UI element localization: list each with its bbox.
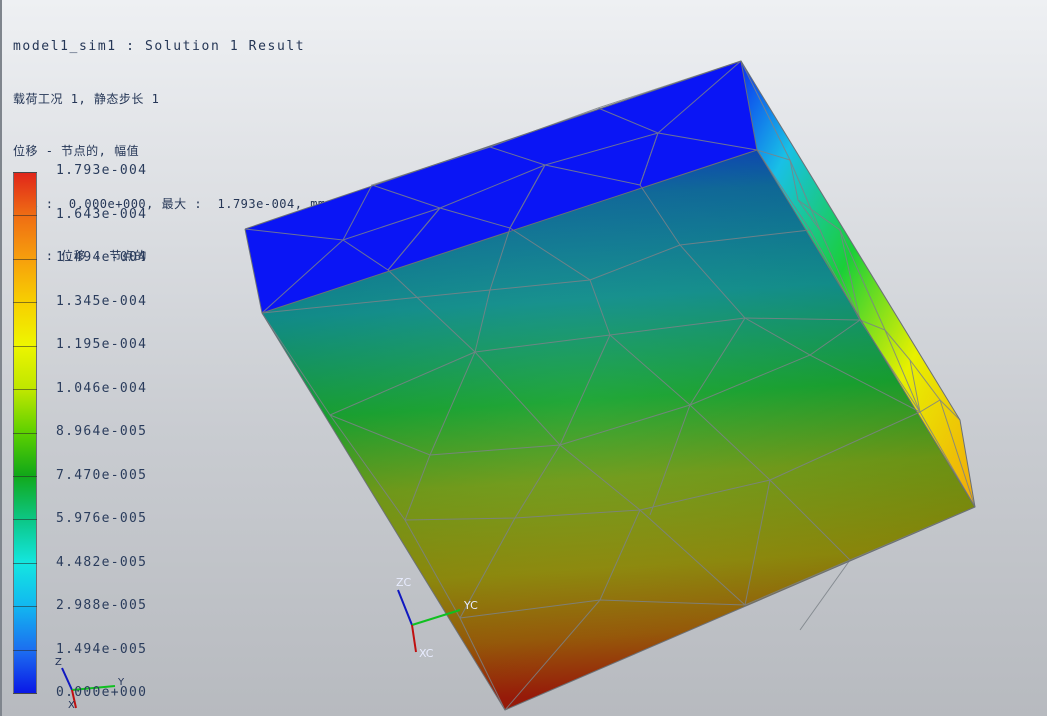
- legend-label: 1.345e-004: [56, 294, 148, 309]
- legend-tick: [13, 433, 37, 434]
- wcs-x-axis: [411, 624, 417, 653]
- legend-tick: [13, 259, 37, 260]
- legend-label: 2.988e-005: [56, 598, 148, 613]
- legend-label: 1.046e-004: [56, 381, 148, 396]
- wcs-z-label: ZC: [396, 576, 412, 589]
- legend-tick: [13, 476, 37, 477]
- legend-tick: [13, 519, 37, 520]
- legend-tick: [13, 389, 37, 390]
- legend-label: 5.976e-005: [56, 511, 148, 526]
- legend-label: 1.195e-004: [56, 337, 148, 352]
- legend-tick: [13, 215, 37, 216]
- legend-label: 1.494e-004: [56, 250, 148, 265]
- wcs-x-label: XC: [419, 647, 434, 660]
- legend-tick: [13, 650, 37, 651]
- legend-label: 8.964e-005: [56, 424, 148, 439]
- legend-label: 1.793e-004: [56, 163, 148, 178]
- legend-tick: [13, 302, 37, 303]
- legend-label: 0.000e+000: [56, 685, 148, 700]
- legend-label: 4.482e-005: [56, 555, 148, 570]
- legend-tick: [13, 172, 37, 173]
- legend-label: 7.470e-005: [56, 468, 148, 483]
- wcs-z-axis: [397, 589, 413, 626]
- legend-tick: [13, 563, 37, 564]
- model-viewport[interactable]: ZC YC XC: [0, 0, 1047, 716]
- legend-tick: [13, 606, 37, 607]
- legend-label: 1.643e-004: [56, 207, 148, 222]
- legend-label: 1.494e-005: [56, 642, 148, 657]
- wcs-y-label: YC: [463, 599, 478, 612]
- view-y-label: Y: [118, 677, 125, 688]
- legend-tick: [13, 693, 37, 694]
- view-z-label: Z: [55, 657, 62, 668]
- view-x-label: X: [68, 700, 75, 711]
- legend-tick: [13, 346, 37, 347]
